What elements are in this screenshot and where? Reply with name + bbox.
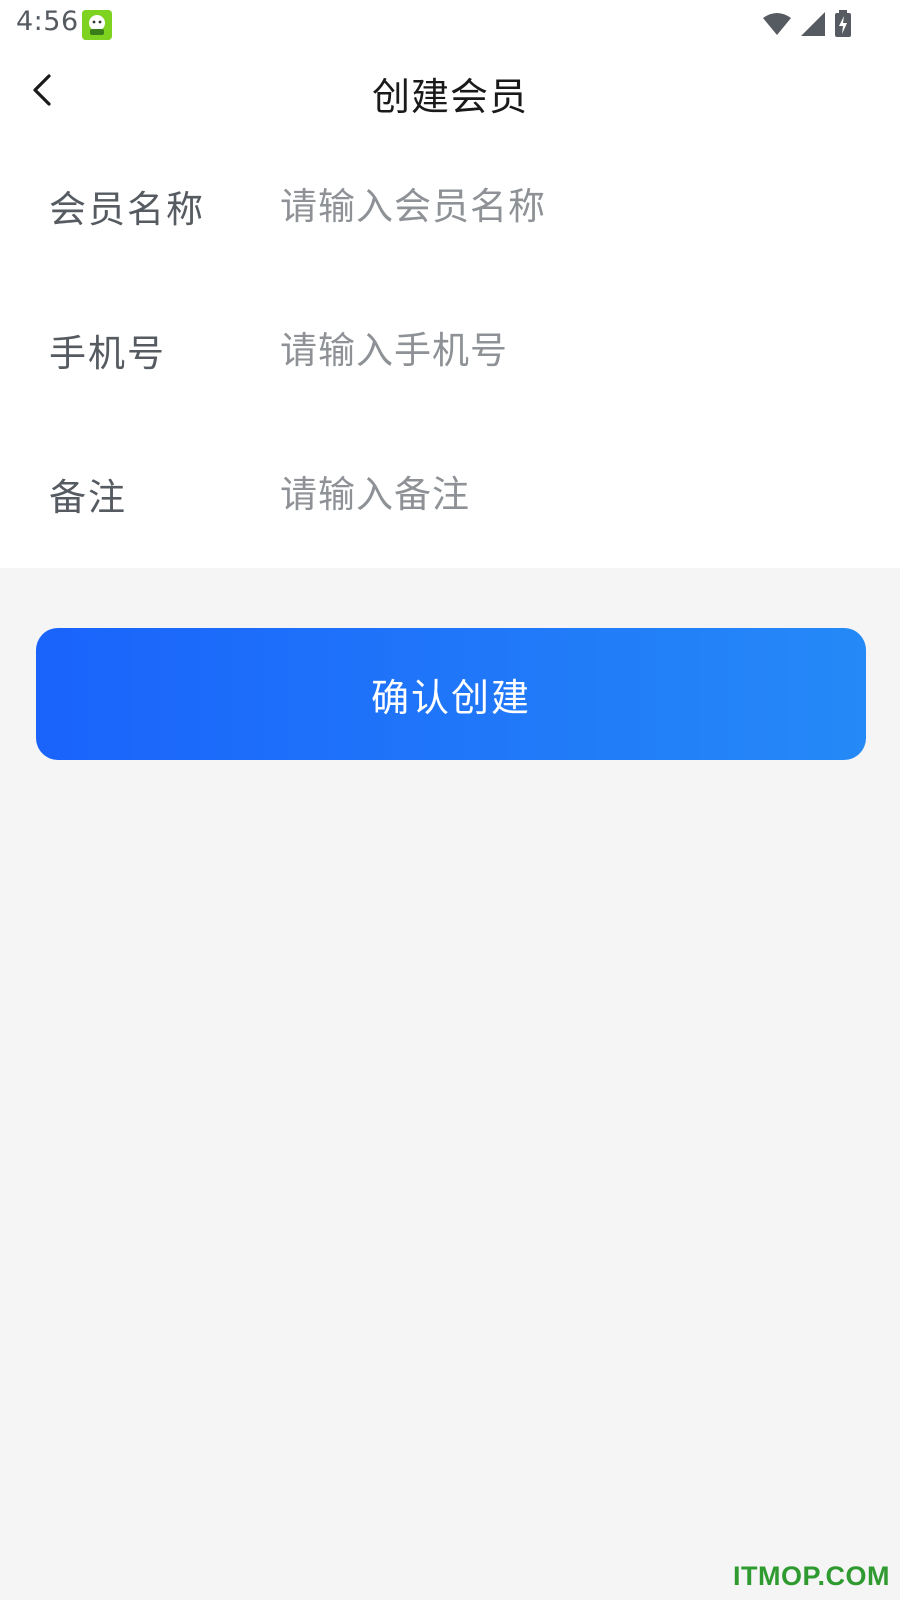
status-icons: [762, 10, 852, 42]
navigation-bar: 创建会员: [0, 50, 900, 132]
confirm-create-button[interactable]: 确认创建: [36, 628, 866, 760]
member-form: 会员名称 手机号 备注: [0, 134, 900, 566]
member-name-input[interactable]: [280, 176, 840, 236]
battery-charging-icon: [834, 10, 852, 42]
phone-label: 手机号: [49, 332, 166, 375]
status-bar: 4:56: [0, 0, 900, 50]
wifi-icon: [762, 12, 792, 40]
status-time: 4:56: [16, 6, 79, 37]
remark-input[interactable]: [280, 464, 840, 524]
phone-input[interactable]: [280, 320, 840, 380]
member-name-label: 会员名称: [49, 188, 205, 231]
page-title: 创建会员: [371, 75, 528, 119]
cellular-signal-icon: [800, 11, 826, 41]
app-notification-icon: [82, 10, 112, 40]
remark-label: 备注: [49, 476, 127, 519]
form-row-remark: 备注: [0, 422, 900, 566]
form-row-member-name: 会员名称: [0, 134, 900, 278]
watermark: ITMOP.COM: [732, 1561, 890, 1591]
form-row-phone: 手机号: [0, 278, 900, 422]
